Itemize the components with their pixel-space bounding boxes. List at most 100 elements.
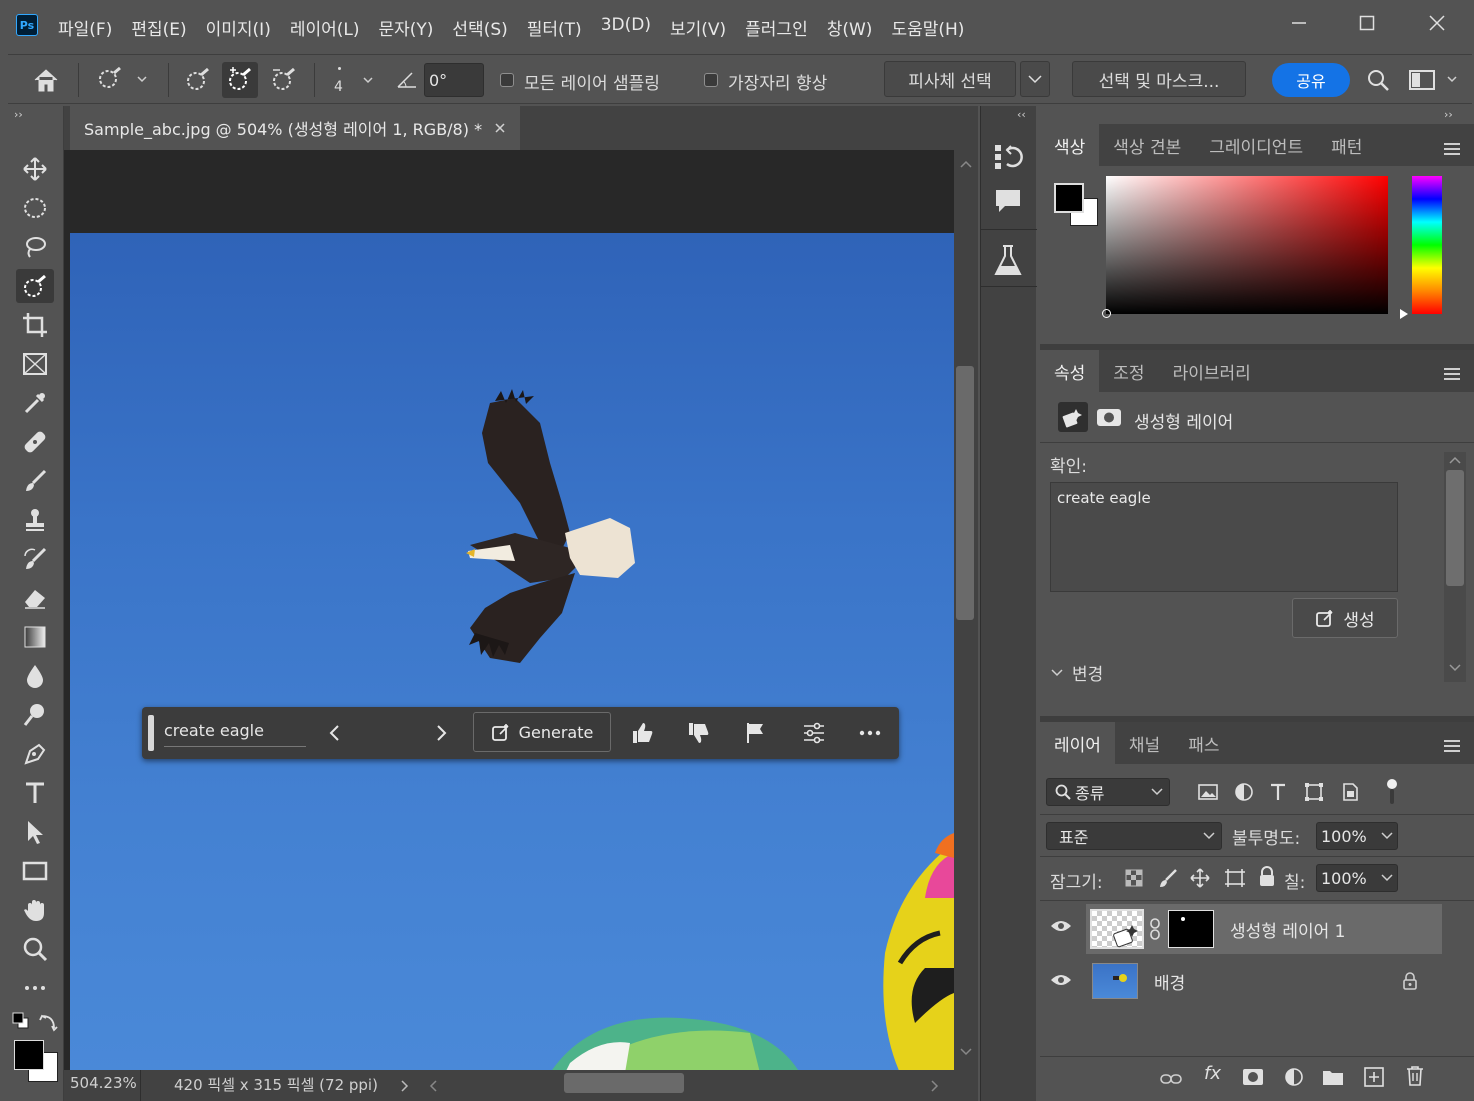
color-panel-menu-icon[interactable] [1444,140,1460,158]
home-button[interactable] [32,67,60,93]
tool-preset-picker[interactable] [94,67,148,93]
tab-channels[interactable]: 채널 [1115,722,1174,764]
properties-panel-menu-icon[interactable] [1444,365,1460,383]
sample-all-layers-checkbox[interactable] [500,73,514,87]
layer-filter-dropdown[interactable]: 종류 [1046,778,1170,806]
add-selection-mode[interactable] [222,62,258,98]
tab-layers[interactable]: 레이어 [1040,722,1115,764]
layer-name[interactable]: 배경 [1154,969,1185,994]
foreground-color-swatch[interactable] [14,1040,44,1070]
layer-effects-icon[interactable]: fx [1204,1063,1221,1084]
expand-dock-icon[interactable]: ‹‹ [1017,108,1026,121]
more-options-button[interactable] [858,721,886,757]
move-tool[interactable] [16,152,54,186]
vertical-scrollbar[interactable] [954,150,978,1070]
layer-visibility-toggle[interactable] [1050,918,1072,934]
history-panel-button[interactable] [993,142,1023,172]
settings-button[interactable] [802,721,826,745]
properties-scroll-thumb[interactable] [1446,470,1464,586]
hue-slider[interactable] [1412,176,1442,314]
stamp-tool[interactable] [16,503,54,537]
variations-toggle[interactable]: 변경 [1050,660,1103,685]
menu-filter[interactable]: 필터(T) [527,15,582,40]
previous-variation-button[interactable] [328,723,342,743]
collapse-toolbar-icon[interactable]: ›› [14,108,23,121]
menu-type[interactable]: 문자(Y) [378,15,433,40]
tab-swatches[interactable]: 색상 견본 [1099,124,1195,166]
generate-prompt-input[interactable]: create eagle [164,721,306,747]
swap-colors-button[interactable] [38,1012,58,1032]
document-info[interactable]: 420 픽셀 x 315 픽셀 (72 ppi) [174,1074,378,1095]
history-brush-tool[interactable] [16,542,54,576]
layers-panel-menu-icon[interactable] [1444,737,1460,755]
menu-edit[interactable]: 편집(E) [131,15,186,40]
prompt-textarea[interactable]: create eagle [1050,482,1398,592]
tab-properties[interactable]: 속성 [1040,350,1100,392]
tab-gradients[interactable]: 그레이디언트 [1195,124,1317,166]
crop-tool[interactable] [16,308,54,342]
menu-layer[interactable]: 레이어(L) [290,15,360,40]
enhance-edge-checkbox[interactable] [704,73,718,87]
properties-generate-button[interactable]: 생성 [1292,598,1398,638]
select-subject-dropdown[interactable] [1020,61,1050,97]
quick-selection-tool[interactable] [16,269,54,303]
tab-adjustments[interactable]: 조정 [1099,350,1158,392]
generate-button[interactable]: Generate [473,712,611,752]
menu-window[interactable]: 창(W) [827,15,873,40]
select-subject-button[interactable]: 피사체 선택 [884,61,1016,97]
panel-foreground-swatch[interactable] [1054,183,1084,213]
close-window-button[interactable] [1422,10,1452,36]
collapse-panels-icon[interactable]: ›› [1444,108,1453,121]
angle-input[interactable]: 0° [424,63,484,97]
tab-libraries[interactable]: 라이브러리 [1159,350,1265,392]
maximize-button[interactable] [1352,10,1382,36]
workspace-button[interactable] [1408,68,1464,92]
eyedropper-tool[interactable] [16,386,54,420]
default-colors-button[interactable] [12,1012,30,1030]
menu-plugins[interactable]: 플러그인 [745,15,808,40]
opacity-input[interactable]: 100% [1316,822,1398,850]
frame-tool[interactable] [16,347,54,381]
minimize-button[interactable] [1284,10,1314,36]
type-tool[interactable] [16,776,54,810]
hand-tool[interactable] [16,893,54,927]
thumbs-down-button[interactable] [686,721,710,745]
canvas-area[interactable] [64,150,954,1070]
tab-paths[interactable]: 패스 [1174,722,1233,764]
layer-name[interactable]: 생성형 레이어 1 [1230,917,1345,942]
fill-input[interactable]: 100% [1316,864,1398,892]
menu-3d[interactable]: 3D(D) [601,15,651,40]
thumbs-up-button[interactable] [630,721,654,745]
horizontal-scroll-thumb[interactable] [564,1073,684,1093]
share-button[interactable]: 공유 [1272,63,1350,97]
blur-tool[interactable] [16,659,54,693]
task-bar-drag-handle[interactable] [148,715,154,751]
layer-mask-thumbnail[interactable] [1168,910,1214,948]
new-selection-mode[interactable] [184,67,212,93]
healing-brush-tool[interactable] [16,425,54,459]
search-button[interactable] [1366,68,1390,92]
marquee-tool[interactable] [16,191,54,225]
tab-patterns[interactable]: 패턴 [1317,124,1376,166]
properties-scrollbar[interactable] [1444,452,1466,682]
next-variation-button[interactable] [434,723,448,743]
dodge-tool[interactable] [16,698,54,732]
menu-help[interactable]: 도움말(H) [891,15,964,40]
vertical-scroll-thumb[interactable] [956,366,974,620]
eraser-tool[interactable] [16,581,54,615]
menu-view[interactable]: 보기(V) [670,15,726,40]
menu-file[interactable]: 파일(F) [58,15,112,40]
experiments-panel-button[interactable] [993,244,1023,278]
brush-size-picker[interactable]: 4 [326,63,376,99]
tab-color[interactable]: 색상 [1040,124,1100,166]
report-button[interactable] [744,721,768,745]
subtract-selection-mode[interactable] [270,67,298,93]
document-tab[interactable]: Sample_abc.jpg @ 504% (생성형 레이어 1, RGB/8)… [70,106,521,150]
color-picker-handle[interactable] [1102,309,1111,318]
select-and-mask-button[interactable]: 선택 및 마스크... [1072,61,1246,97]
comments-panel-button[interactable] [993,186,1023,216]
zoom-level[interactable]: 504.23% [70,1074,137,1092]
zoom-tool[interactable] [16,932,54,966]
menu-image[interactable]: 이미지(I) [206,15,271,40]
brush-tool[interactable] [16,464,54,498]
